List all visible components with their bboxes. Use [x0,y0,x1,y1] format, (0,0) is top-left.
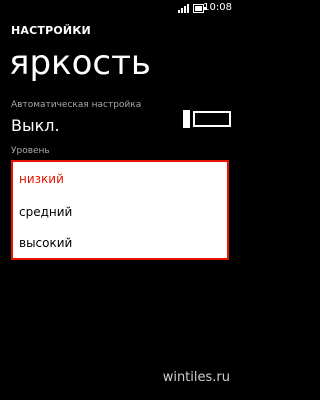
section-title: НАСТРОЙКИ [11,24,91,37]
auto-setting-value: Выкл. [11,116,60,135]
auto-setting-label: Автоматическая настройка [11,100,142,110]
level-option-high[interactable]: высокий [19,235,72,251]
page-title: яркость [9,43,151,83]
toggle-track[interactable] [193,111,231,127]
level-listbox[interactable]: низкий средний высокий [11,160,229,260]
auto-brightness-toggle[interactable] [183,110,231,128]
signal-icon [178,4,189,13]
status-bar: 10:08 [0,0,240,18]
watermark: wintiles.ru [162,370,230,385]
level-option-low[interactable]: низкий [19,171,64,187]
toggle-thumb[interactable] [183,110,190,128]
clock: 10:08 [203,2,232,13]
level-option-medium[interactable]: средний [19,204,72,220]
level-label: Уровень [11,146,50,156]
